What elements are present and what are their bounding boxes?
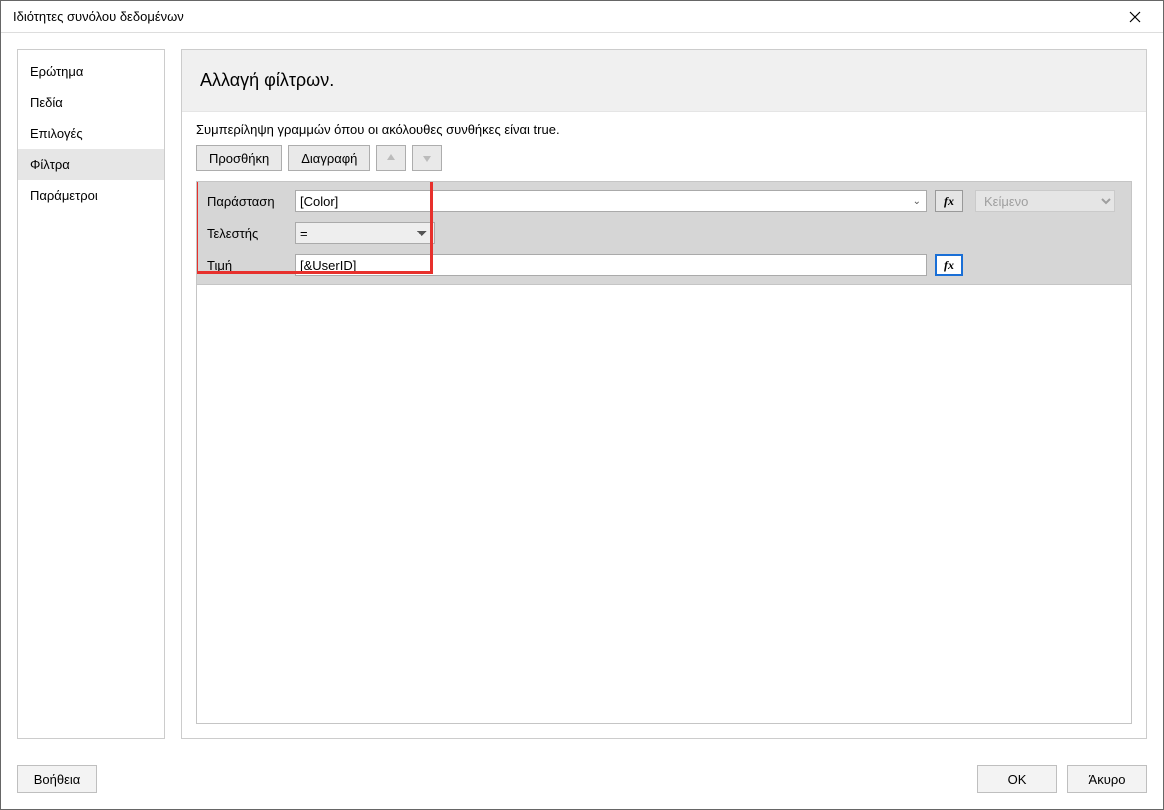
fx-icon: fx bbox=[944, 194, 954, 209]
value-label: Τιμή bbox=[207, 258, 287, 273]
filter-grid: Παράσταση ⌄ fx Κείμενο bbox=[207, 190, 1115, 276]
panel-content: Συμπερίληψη γραμμών όπου οι ακόλουθες συ… bbox=[182, 112, 1146, 738]
arrow-up-icon bbox=[385, 152, 397, 164]
fx-icon: fx bbox=[944, 258, 954, 273]
value-input-wrap bbox=[295, 254, 927, 276]
sidebar-item-label: Πεδία bbox=[30, 95, 63, 110]
delete-button[interactable]: Διαγραφή bbox=[288, 145, 370, 171]
instruction-text: Συμπερίληψη γραμμών όπου οι ακόλουθες συ… bbox=[196, 122, 1132, 137]
titlebar: Ιδιότητες συνόλου δεδομένων bbox=[1, 1, 1163, 33]
sidebar-item-filters[interactable]: Φίλτρα bbox=[18, 149, 164, 180]
dialog-body: Ερώτημα Πεδία Επιλογές Φίλτρα Παράμετροι… bbox=[1, 33, 1163, 755]
main-panel: Αλλαγή φίλτρων. Συμπερίληψη γραμμών όπου… bbox=[181, 49, 1147, 739]
help-button[interactable]: Βοήθεια bbox=[17, 765, 97, 793]
sidebar: Ερώτημα Πεδία Επιλογές Φίλτρα Παράμετροι bbox=[17, 49, 165, 739]
sidebar-item-label: Ερώτημα bbox=[30, 64, 83, 79]
filters-list: Παράσταση ⌄ fx Κείμενο bbox=[196, 181, 1132, 724]
close-button[interactable] bbox=[1115, 3, 1155, 31]
sidebar-item-fields[interactable]: Πεδία bbox=[18, 87, 164, 118]
value-fx-button[interactable]: fx bbox=[935, 254, 963, 276]
sidebar-item-label: Επιλογές bbox=[30, 126, 83, 141]
dialog-title: Ιδιότητες συνόλου δεδομένων bbox=[13, 9, 1115, 24]
expression-label: Παράσταση bbox=[207, 194, 287, 209]
ok-button[interactable]: OK bbox=[977, 765, 1057, 793]
sidebar-item-parameters[interactable]: Παράμετροι bbox=[18, 180, 164, 211]
expression-input[interactable] bbox=[295, 190, 927, 212]
sidebar-item-label: Παράμετροι bbox=[30, 188, 98, 203]
filters-toolbar: Προσθήκη Διαγραφή bbox=[196, 145, 1132, 171]
dialog-footer: Βοήθεια OK Άκυρο bbox=[1, 755, 1163, 809]
panel-header: Αλλαγή φίλτρων. bbox=[182, 50, 1146, 112]
operator-select[interactable]: = bbox=[295, 222, 435, 244]
type-select[interactable]: Κείμενο bbox=[975, 190, 1115, 212]
filter-row: Παράσταση ⌄ fx Κείμενο bbox=[197, 182, 1131, 285]
sidebar-item-options[interactable]: Επιλογές bbox=[18, 118, 164, 149]
value-input[interactable] bbox=[295, 254, 927, 276]
move-up-button[interactable] bbox=[376, 145, 406, 171]
operator-select-wrap: = bbox=[295, 222, 435, 244]
add-button[interactable]: Προσθήκη bbox=[196, 145, 282, 171]
expression-input-wrap: ⌄ bbox=[295, 190, 927, 212]
arrow-down-icon bbox=[421, 152, 433, 164]
sidebar-item-label: Φίλτρα bbox=[30, 157, 70, 172]
operator-label: Τελεστής bbox=[207, 226, 287, 241]
move-down-button[interactable] bbox=[412, 145, 442, 171]
close-icon bbox=[1129, 11, 1141, 23]
dataset-properties-dialog: Ιδιότητες συνόλου δεδομένων Ερώτημα Πεδί… bbox=[0, 0, 1164, 810]
sidebar-item-query[interactable]: Ερώτημα bbox=[18, 56, 164, 87]
expression-fx-button[interactable]: fx bbox=[935, 190, 963, 212]
cancel-button[interactable]: Άκυρο bbox=[1067, 765, 1147, 793]
type-select-wrap: Κείμενο bbox=[975, 190, 1115, 212]
